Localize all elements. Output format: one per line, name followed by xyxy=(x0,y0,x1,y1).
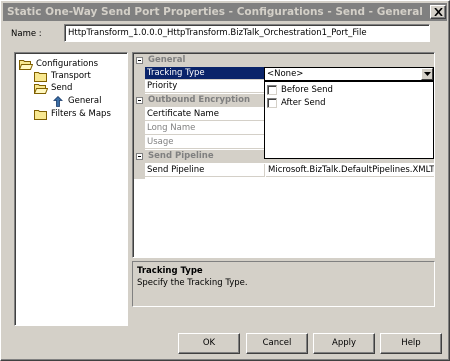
category-general[interactable]: General xyxy=(134,54,434,67)
checkbox[interactable] xyxy=(267,98,277,108)
option-after-send[interactable]: After Send xyxy=(267,97,326,109)
close-button[interactable] xyxy=(430,5,446,19)
option-label: Before Send xyxy=(281,85,333,95)
cancel-button[interactable]: Cancel xyxy=(246,333,308,354)
close-icon xyxy=(434,8,443,16)
property-name: Long Name xyxy=(145,122,265,135)
checkbox[interactable] xyxy=(267,85,277,95)
property-value[interactable]: Microsoft.BizTalk.DefaultPipelines.XMLTr… xyxy=(266,164,434,177)
window-title: Static One-Way Send Port Properties - Co… xyxy=(7,6,423,18)
tree-item-label: Filters & Maps xyxy=(51,109,111,119)
category-label: Send Pipeline xyxy=(148,151,214,161)
dropdown-button[interactable] xyxy=(421,68,433,80)
tree-item-configurations[interactable]: Configurations xyxy=(19,58,99,70)
folder-icon xyxy=(34,110,47,120)
name-input[interactable]: HttpTransform_1.0.0.0_HttpTransform.BizT… xyxy=(64,24,430,42)
folder-icon xyxy=(34,72,47,82)
collapse-icon[interactable] xyxy=(136,153,143,160)
tree-item-filters-maps[interactable]: Filters & Maps xyxy=(34,108,112,120)
apply-button[interactable]: Apply xyxy=(313,333,375,354)
tree-item-label: Transport xyxy=(51,71,91,81)
property-name: Usage xyxy=(145,136,265,149)
description-title: Tracking Type xyxy=(137,266,203,276)
title-bar[interactable]: Static One-Way Send Port Properties - Co… xyxy=(3,3,447,21)
option-before-send[interactable]: Before Send xyxy=(267,84,333,96)
property-name: Certificate Name xyxy=(145,108,265,121)
help-button[interactable]: Help xyxy=(380,333,442,354)
property-name: Priority xyxy=(145,80,265,93)
property-name: Tracking Type xyxy=(145,67,265,80)
tree-item-label: Configurations xyxy=(36,59,99,69)
description-text: Specify the Tracking Type. xyxy=(137,278,248,288)
property-name: Send Pipeline xyxy=(145,164,265,177)
tracking-type-dropdown: Before Send After Send xyxy=(264,81,434,159)
category-label: General xyxy=(148,55,186,65)
collapse-icon[interactable] xyxy=(136,97,143,104)
category-label: Outbound Encryption xyxy=(148,95,250,105)
chevron-down-icon xyxy=(424,72,431,76)
option-label: After Send xyxy=(281,98,326,108)
properties-dialog: Static One-Way Send Port Properties - Co… xyxy=(0,0,450,361)
tree-item-label: Send xyxy=(51,83,73,93)
folder-open-icon xyxy=(19,60,33,70)
tree-item-send[interactable]: Send xyxy=(34,82,73,94)
description-panel: Tracking Type Specify the Tracking Type. xyxy=(132,261,435,307)
combo-value: <None> xyxy=(267,69,304,79)
tree-item-transport[interactable]: Transport xyxy=(34,70,92,82)
tracking-type-combo[interactable]: <None> xyxy=(264,67,434,81)
name-label: Name : xyxy=(11,29,42,39)
tree-item-general[interactable]: General xyxy=(51,95,103,107)
tree-item-label: General xyxy=(68,96,102,106)
collapse-icon[interactable] xyxy=(136,57,143,64)
folder-open-icon xyxy=(34,84,48,94)
row-send-pipeline[interactable]: Send Pipeline Microsoft.BizTalk.DefaultP… xyxy=(145,164,434,177)
arrow-icon xyxy=(53,96,63,107)
configuration-tree[interactable]: Configurations Transport Send General Fi… xyxy=(14,52,128,326)
ok-button[interactable]: OK xyxy=(178,333,240,354)
